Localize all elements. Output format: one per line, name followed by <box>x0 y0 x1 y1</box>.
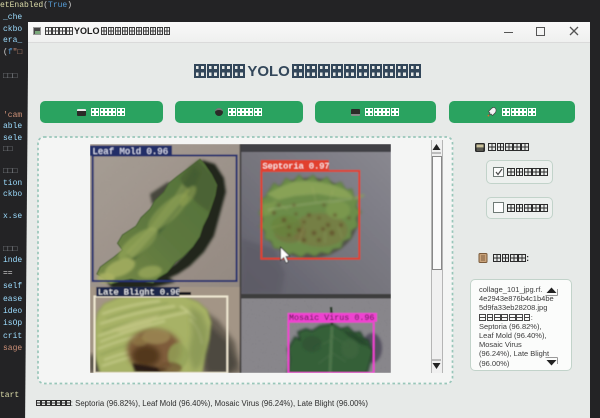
svg-text:Late Blight 0.96: Late Blight 0.96 <box>98 288 181 298</box>
svg-text:Leaf Mold 0.96: Leaf Mold 0.96 <box>93 147 169 157</box>
svg-text:Septoria 0.97: Septoria 0.97 <box>263 162 330 172</box>
svg-text:Mosaic Virus 0.96: Mosaic Virus 0.96 <box>289 313 374 323</box>
